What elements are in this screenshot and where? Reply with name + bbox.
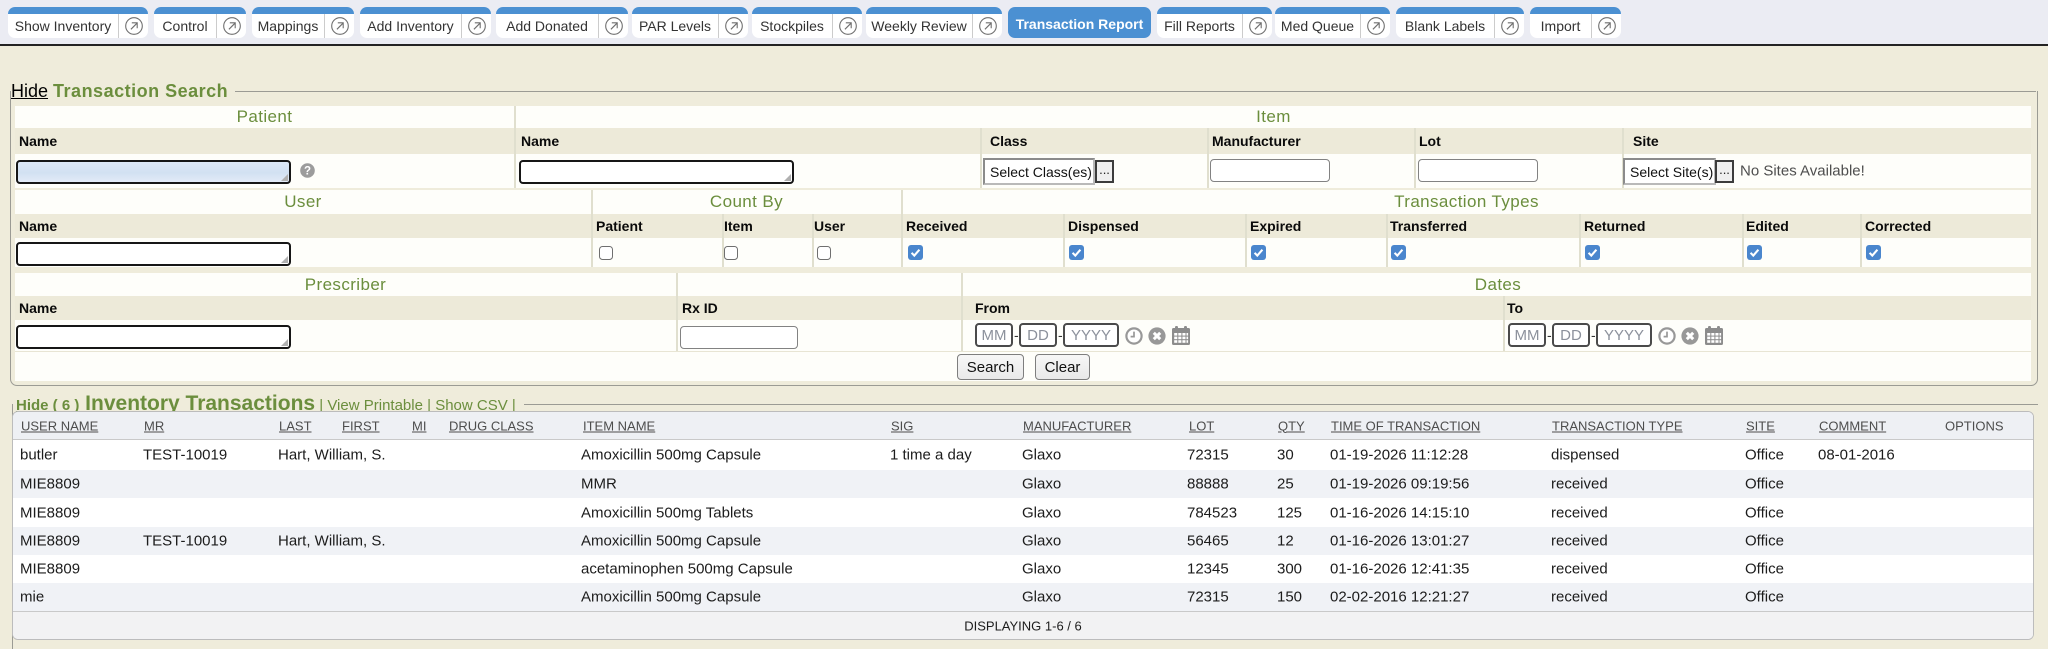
svg-text:?: ? — [304, 165, 311, 177]
